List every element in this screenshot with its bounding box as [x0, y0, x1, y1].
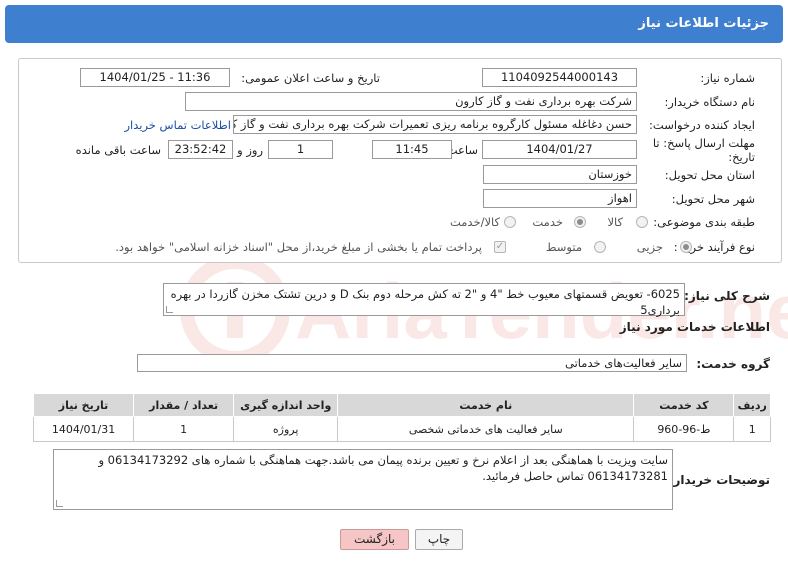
- back-button[interactable]: بازگشت: [340, 529, 409, 550]
- resize-handle-icon[interactable]: [56, 500, 63, 507]
- cell-unit: پروژه: [233, 416, 339, 442]
- summary-textbox: 6025- تعویض قسمتهای معیوب خط "4 و "2 ته …: [163, 283, 685, 317]
- col-code-header: کد خدمت: [633, 393, 735, 417]
- check-icon: ✓: [495, 241, 505, 252]
- cell-service-code: ط-96-960: [633, 416, 735, 442]
- col-date-header: تاریخ نیاز: [32, 393, 135, 417]
- category-radio-goods[interactable]: [636, 216, 648, 228]
- category-label: طبقه بندی موضوعی:: [653, 215, 755, 229]
- deadline-label-line1: مهلت ارسال پاسخ: تا: [652, 136, 755, 150]
- deadline-date-field: 1404/01/27: [482, 140, 637, 159]
- col-name-header: نام خدمت: [337, 393, 635, 417]
- remaining-time-field: 23:52:42: [168, 140, 233, 159]
- days-field: 1: [268, 140, 333, 159]
- table-header-row: ردیف کد خدمت نام خدمت واحد اندازه گیری ت…: [32, 393, 771, 417]
- col-row-header: ردیف: [733, 393, 771, 417]
- col-quantity-header: تعداد / مقدار: [133, 393, 235, 417]
- announce-label: تاریخ و ساعت اعلان عمومی:: [241, 71, 380, 85]
- cell-service-name: سایر فعالیت های خدماتی شخصی: [337, 416, 635, 442]
- city-label: شهر محل تحویل:: [671, 192, 755, 206]
- need-number-field: 1104092544000143: [482, 68, 637, 87]
- summary-label: شرح کلی نیاز:: [684, 289, 770, 303]
- service-group-field: سایر فعالیت‌های خدماتی: [137, 354, 687, 372]
- buyer-org-label: نام دستگاه خریدار:: [664, 95, 755, 109]
- process-option-minor: جزیی: [636, 240, 663, 254]
- remaining-time-label: ساعت باقی مانده: [75, 143, 161, 157]
- category-radio-service[interactable]: [574, 216, 586, 228]
- deadline-time-field: 11:45: [372, 140, 452, 159]
- cell-need-date: 1404/01/31: [32, 416, 135, 442]
- requester-field: حسن دغاغله مسئول کارگروه برنامه ریزی تعم…: [233, 115, 637, 134]
- cell-row-number: 1: [733, 416, 771, 442]
- need-number-label: شماره نیاز:: [700, 71, 755, 85]
- page-header: جزئیات اطلاعات نیاز: [5, 5, 783, 43]
- payment-checkbox[interactable]: ✓: [494, 241, 506, 253]
- info-panel: [18, 58, 782, 263]
- services-table: ردیف کد خدمت نام خدمت واحد اندازه گیری ت…: [32, 393, 771, 442]
- print-button[interactable]: چاپ: [415, 529, 463, 550]
- province-field: خوزستان: [483, 165, 637, 184]
- buyer-notes-label: توضیحات خریدار:: [668, 473, 770, 487]
- category-option-goods: کالا: [607, 215, 623, 229]
- requester-label: ایجاد کننده درخواست:: [649, 118, 755, 132]
- table-row: 1 ط-96-960 سایر فعالیت های خدماتی شخصی پ…: [32, 416, 771, 442]
- resize-handle-icon[interactable]: [166, 306, 173, 313]
- buyer-org-field: شرکت بهره برداری نفت و گاز کارون: [185, 92, 637, 111]
- process-radio-medium[interactable]: [594, 241, 606, 253]
- process-radio-minor[interactable]: [680, 241, 692, 253]
- city-field: اهواز: [483, 189, 637, 208]
- payment-note: پرداخت تمام یا بخشی از مبلغ خرید،از محل …: [115, 240, 482, 254]
- buyer-notes-text: سایت ویزیت با هماهنگی بعد از اعلام نرخ و…: [98, 453, 668, 483]
- service-group-label: گروه خدمت:: [696, 357, 770, 371]
- contact-info-link[interactable]: اطلاعات تماس خریدار: [124, 118, 231, 132]
- category-option-service: خدمت: [532, 215, 563, 229]
- days-label: روز و: [237, 143, 263, 157]
- cell-quantity: 1: [133, 416, 235, 442]
- category-radio-goods-service[interactable]: [504, 216, 516, 228]
- process-option-medium: متوسط: [545, 240, 582, 254]
- services-section-title: اطلاعات خدمات مورد نیاز: [619, 320, 770, 334]
- deadline-label-line2: تاریخ:: [728, 150, 755, 164]
- province-label: استان محل تحویل:: [664, 168, 755, 182]
- col-unit-header: واحد اندازه گیری: [233, 393, 339, 417]
- category-option-goods-service: کالا/خدمت: [449, 215, 500, 229]
- announce-field: 1404/01/25 - 11:36: [80, 68, 230, 87]
- buyer-notes-textbox: سایت ویزیت با هماهنگی بعد از اعلام نرخ و…: [53, 449, 673, 510]
- summary-text: 6025- تعویض قسمتهای معیوب خط "4 و "2 ته …: [170, 287, 680, 317]
